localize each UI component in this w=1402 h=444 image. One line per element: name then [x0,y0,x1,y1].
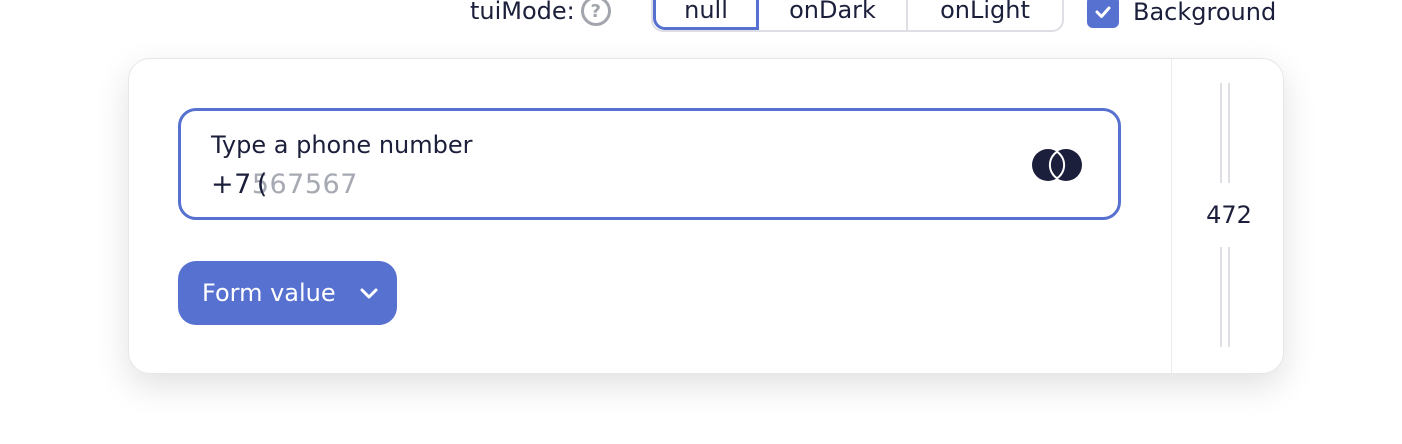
background-label: Background [1133,0,1277,26]
demo-content: Type a phone number +7567567 +7( Form va… [129,59,1171,373]
form-value-button[interactable]: Form value [178,261,397,325]
phone-input-label: Type a phone number [211,131,473,159]
mode-option-ondark[interactable]: onDark [759,0,908,30]
mode-option-onlight[interactable]: onLight [908,0,1062,30]
phone-typed-value: +7 [211,169,252,200]
toolbar: tuiMode: ? null onDark onLight Backgroun… [0,0,1402,34]
mode-label: tuiMode: [470,0,575,25]
mode-option-null[interactable]: null [653,0,759,30]
checkmark-icon [1095,6,1111,18]
phone-mask-placeholder: 567567 [251,169,358,200]
mode-label-group: tuiMode: ? [470,0,611,26]
form-value-label: Form value [202,279,336,307]
mode-segmented-control: null onDark onLight [651,0,1064,32]
width-readout: 472 [1206,201,1252,229]
resize-handle-bottom[interactable] [1220,247,1230,347]
card-brand-icon [1032,149,1082,181]
background-checkbox[interactable] [1087,0,1119,28]
background-checkbox-group[interactable]: Background [1087,0,1276,28]
width-resizer-panel: 472 [1171,59,1283,373]
demo-card: Type a phone number +7567567 +7( Form va… [128,58,1284,374]
phone-input-value[interactable]: +7567567 [211,169,358,200]
help-circle-icon[interactable]: ? [580,0,611,26]
chevron-down-icon [360,288,378,299]
resize-handle-top[interactable] [1220,83,1230,183]
phone-input-field[interactable]: Type a phone number +7567567 +7( [178,108,1121,220]
